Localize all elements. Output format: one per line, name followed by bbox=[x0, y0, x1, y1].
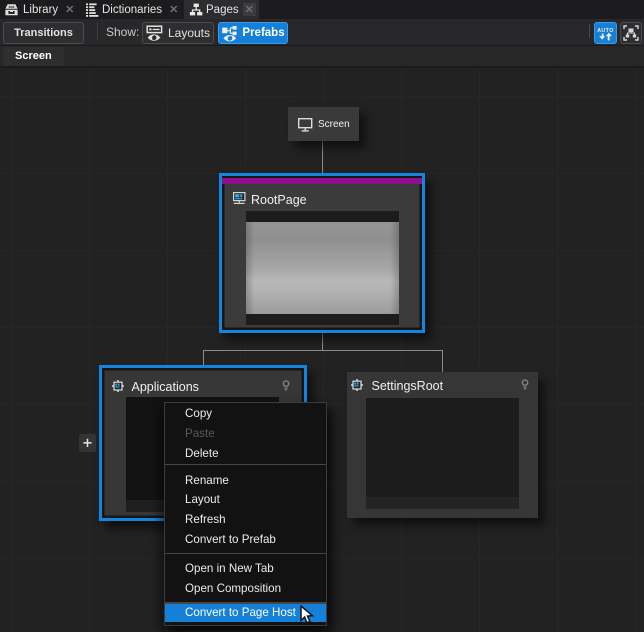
svg-text:AUTO: AUTO bbox=[597, 27, 614, 33]
